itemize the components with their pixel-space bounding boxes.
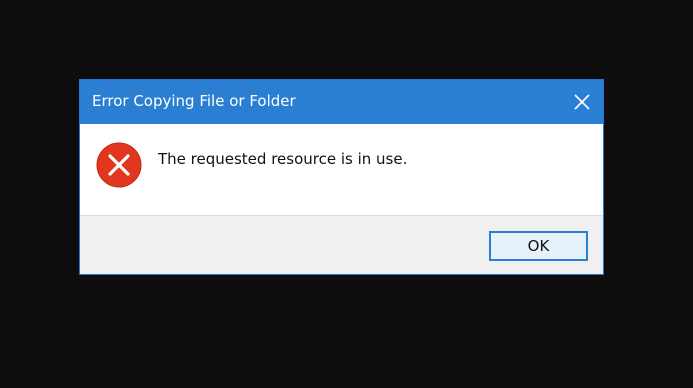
dialog-titlebar[interactable]: Error Copying File or Folder — [80, 80, 603, 124]
error-dialog: Error Copying File or Folder The request… — [79, 79, 604, 275]
error-icon — [96, 142, 142, 188]
error-message: The requested resource is in use. — [158, 150, 408, 168]
dialog-footer: OK — [80, 215, 603, 274]
dialog-title: Error Copying File or Folder — [92, 92, 296, 110]
ok-button[interactable]: OK — [489, 231, 588, 261]
close-button[interactable] — [567, 87, 597, 117]
close-icon — [574, 94, 590, 110]
dialog-content: The requested resource is in use. — [80, 124, 603, 215]
